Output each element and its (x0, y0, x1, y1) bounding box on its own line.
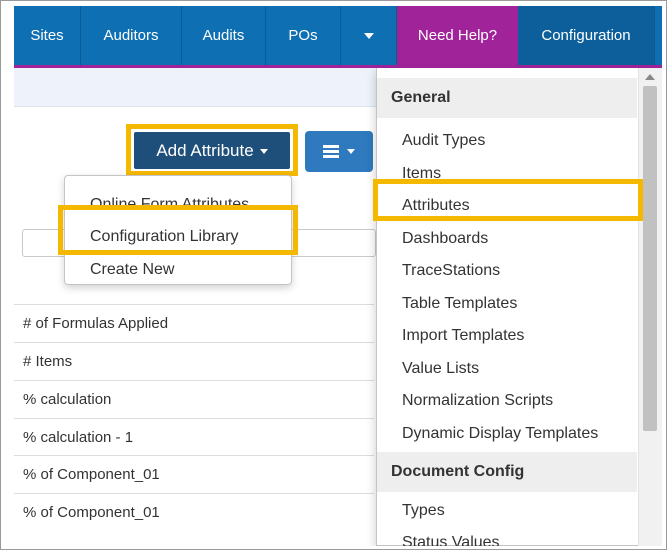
add-attribute-label: Add Attribute (156, 141, 254, 160)
hamburger-icon (323, 145, 339, 159)
caret-down-icon (259, 149, 268, 155)
table-row[interactable]: % calculation (14, 380, 374, 417)
caret-down-icon (347, 149, 355, 155)
table-row[interactable]: % of Component_01 (14, 455, 374, 492)
nav-need-help[interactable]: Need Help? (397, 6, 518, 65)
screenshot-frame: Sites Auditors Audits POs Need Help? Con… (0, 0, 667, 550)
caret-down-icon (363, 33, 374, 40)
config-item-value-lists[interactable]: Value Lists (377, 353, 637, 385)
config-item-import-templates[interactable]: Import Templates (377, 320, 637, 352)
config-menu-scrollbar[interactable] (638, 68, 662, 546)
scroll-up-arrow-icon[interactable] (645, 74, 655, 80)
config-item-normalization-scripts[interactable]: Normalization Scripts (377, 385, 637, 417)
config-item-audit-types[interactable]: Audit Types (377, 125, 637, 157)
config-item-status-values[interactable]: Status Values (377, 527, 637, 546)
app-viewport: Sites Auditors Audits POs Need Help? Con… (14, 6, 662, 546)
config-item-table-templates[interactable]: Table Templates (377, 288, 637, 320)
config-item-types[interactable]: Types (377, 495, 637, 527)
section-header-general: General (377, 78, 637, 118)
configuration-menu: General Audit Types Items Attributes Das… (376, 68, 662, 546)
nav-sites[interactable]: Sites (14, 6, 81, 65)
menu-item-create-new[interactable]: Create New (65, 253, 291, 286)
table-row[interactable]: # of Formulas Applied (14, 304, 374, 341)
nav-more-dropdown[interactable] (341, 6, 397, 65)
config-item-tracestations[interactable]: TraceStations (377, 255, 637, 287)
list-menu-button[interactable] (305, 131, 373, 172)
nav-pos[interactable]: POs (266, 6, 341, 65)
config-item-dynamic-display-templates[interactable]: Dynamic Display Templates (377, 418, 637, 450)
configuration-library-highlight (58, 205, 298, 255)
scrollbar-thumb[interactable] (643, 86, 657, 431)
top-navbar: Sites Auditors Audits POs Need Help? Con… (14, 6, 662, 68)
section-header-document-config: Document Config (377, 452, 637, 492)
table-row[interactable]: % of Component_01 (14, 493, 374, 530)
table-row[interactable]: # Items (14, 342, 374, 379)
attributes-highlight (373, 179, 643, 221)
table-row[interactable]: % calculation - 1 (14, 418, 374, 455)
config-item-dashboards[interactable]: Dashboards (377, 223, 637, 255)
nav-configuration[interactable]: Configuration (518, 6, 655, 65)
nav-auditors[interactable]: Auditors (81, 6, 182, 65)
add-attribute-button[interactable]: Add Attribute (134, 132, 290, 169)
nav-audits[interactable]: Audits (182, 6, 266, 65)
